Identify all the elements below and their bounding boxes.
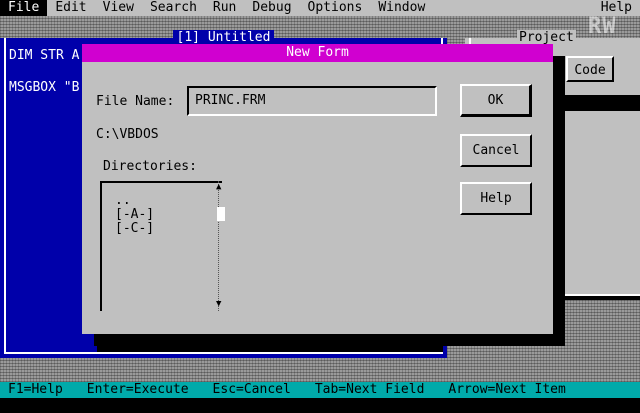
help-button[interactable]: Help xyxy=(460,182,532,215)
new-form-dialog: New Form File Name: PRINC.FRM C:\VBDOS D… xyxy=(82,44,553,334)
menu-search[interactable]: Search xyxy=(142,0,205,16)
directories-list[interactable]: .. [-A-] [-C-] xyxy=(100,181,222,311)
bottom-strip xyxy=(0,398,640,413)
status-bar: F1=Help Enter=Execute Esc=Cancel Tab=Next F… xyxy=(0,382,640,398)
scroll-down-arrow-icon[interactable]: ▼ xyxy=(216,299,221,309)
scroll-up-arrow-icon[interactable]: ▲ xyxy=(216,182,221,192)
menu-window[interactable]: Window xyxy=(370,0,433,16)
code-window-shadow xyxy=(97,338,443,352)
cancel-button[interactable]: Cancel xyxy=(460,134,532,167)
code-window-title: [1] Untitled xyxy=(172,30,275,45)
directory-item-drive-c[interactable]: [-C-] xyxy=(115,221,154,236)
menu-file[interactable]: File xyxy=(0,0,48,16)
code-line: DIM STR A xyxy=(9,48,80,63)
directory-item-drive-a[interactable]: [-A-] xyxy=(115,207,154,222)
menu-options[interactable]: Options xyxy=(300,0,371,16)
project-window-title: Project xyxy=(517,30,576,45)
status-tab-next-field: Tab=Next Field xyxy=(314,382,425,397)
project-selected-item[interactable] xyxy=(555,95,640,111)
dialog-title: New Form xyxy=(82,44,553,62)
menu-run[interactable]: Run xyxy=(205,0,244,16)
directories-label: Directories: xyxy=(103,159,197,174)
status-esc-cancel: Esc=Cancel xyxy=(212,382,291,397)
status-arrow-next-item: Arrow=Next Item xyxy=(448,382,566,397)
file-name-input[interactable]: PRINC.FRM xyxy=(187,86,437,116)
project-window-shadow xyxy=(565,296,640,300)
menu-edit[interactable]: Edit xyxy=(47,0,94,16)
code-window-title-bar: [1] Untitled xyxy=(0,30,447,45)
watermark-logo: RW xyxy=(588,14,617,39)
menu-view[interactable]: View xyxy=(95,0,142,16)
directory-item-parent[interactable]: .. xyxy=(115,193,131,208)
current-directory: C:\VBDOS xyxy=(96,127,159,142)
code-line: MSGBOX "B xyxy=(9,80,80,95)
status-f1-help: F1=Help xyxy=(8,382,63,397)
ok-button[interactable]: OK xyxy=(460,84,532,117)
directories-scrollbar[interactable] xyxy=(218,181,225,311)
status-enter-execute: Enter=Execute xyxy=(86,382,189,397)
menu-debug[interactable]: Debug xyxy=(244,0,299,16)
menu-bar: File Edit View Search Run Debug Options … xyxy=(0,0,640,16)
code-button[interactable]: Code xyxy=(566,56,614,82)
file-name-label: File Name: xyxy=(96,94,175,109)
scrollbar-thumb[interactable] xyxy=(217,207,225,221)
